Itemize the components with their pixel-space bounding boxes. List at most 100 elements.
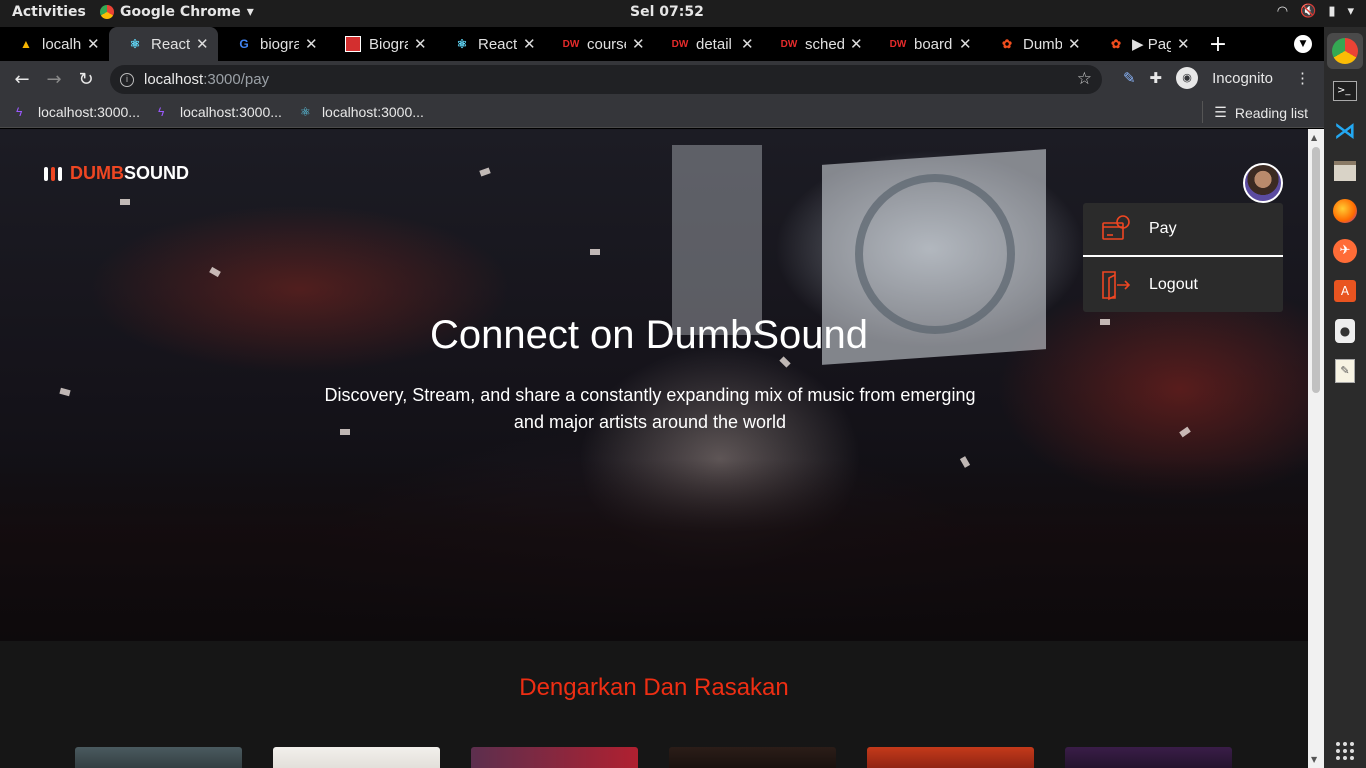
close-icon[interactable]: ✕: [741, 35, 755, 53]
close-icon[interactable]: ✕: [959, 35, 973, 53]
bookmark-item[interactable]: ϟ localhost:3000...: [16, 104, 140, 120]
stage-emblem: [855, 174, 1015, 334]
dumbways-icon: DW: [562, 38, 580, 50]
dbeaver-icon[interactable]: ●: [1327, 313, 1363, 349]
tab[interactable]: DW board ✕: [872, 27, 981, 61]
vscode-icon[interactable]: ⋊: [1327, 113, 1363, 149]
tab[interactable]: ⚛ React-Bootstrap ✕: [436, 27, 545, 61]
pen-extension-icon[interactable]: ✎: [1123, 69, 1136, 87]
back-button[interactable]: ←: [6, 69, 38, 90]
react-icon: ⚛: [456, 37, 468, 51]
app-name: Google Chrome: [120, 4, 241, 20]
more-menu-icon[interactable]: ⋮: [1295, 69, 1310, 87]
pay-icon: [1102, 215, 1130, 240]
reload-button[interactable]: ↻: [70, 69, 102, 90]
music-card[interactable]: [1065, 747, 1232, 768]
bookmarks-bar: ϟ localhost:3000... ϟ localhost:3000... …: [0, 97, 1324, 128]
page-scrollbar[interactable]: ▲ ▼: [1308, 129, 1324, 768]
page-viewport: DUMBSOUND Pay Logout Connect on DumbSoun…: [0, 129, 1308, 768]
extensions-icon[interactable]: ✚: [1150, 69, 1163, 87]
vite-icon: ▲: [20, 37, 32, 51]
star-icon[interactable]: ☆: [1077, 69, 1092, 89]
info-icon[interactable]: i: [120, 72, 134, 87]
tab[interactable]: Biografi ✕: [327, 27, 436, 61]
scroll-up-icon[interactable]: ▲: [1311, 133, 1317, 142]
music-card[interactable]: [273, 747, 440, 768]
vite-icon: ϟ: [157, 105, 165, 119]
logo-icon: [44, 166, 62, 181]
system-tray[interactable]: ◠ 🔇 ▮ ▾: [1277, 4, 1354, 19]
firefox-icon[interactable]: [1327, 193, 1363, 229]
music-card[interactable]: [669, 747, 836, 768]
hero-title: Connect on DumbSound: [429, 313, 869, 357]
tab[interactable]: ▲ localhost ✕: [0, 27, 109, 61]
bookmark-item[interactable]: ϟ localhost:3000...: [158, 104, 282, 120]
music-card-list: [75, 747, 1232, 768]
reading-list-button[interactable]: ☰ Reading list: [1202, 101, 1308, 123]
scrollbar-thumb[interactable]: [1312, 147, 1320, 393]
google-icon: G: [239, 37, 249, 51]
tab[interactable]: ✿ DumbSound ✕: [981, 27, 1090, 61]
tab[interactable]: ✿ ▶ Page ✕: [1090, 27, 1199, 61]
new-tab-button[interactable]: +: [1199, 32, 1237, 57]
confetti: [779, 356, 791, 368]
close-icon[interactable]: ✕: [632, 35, 646, 53]
ubuntu-dock: >_ ⋊ ✈ A ● ✎: [1324, 27, 1366, 768]
dumbways-icon: DW: [889, 38, 907, 50]
scroll-down-icon[interactable]: ▼: [1311, 755, 1317, 764]
close-icon[interactable]: ✕: [87, 35, 101, 53]
avatar[interactable]: [1243, 163, 1283, 203]
close-icon[interactable]: ✕: [196, 35, 210, 53]
close-icon[interactable]: ✕: [1177, 35, 1191, 53]
tab[interactable]: DW detail ✕: [654, 27, 763, 61]
files-icon[interactable]: [1327, 153, 1363, 189]
toolbar-actions: ✎ ✚ ◉ Incognito ⋮: [1123, 67, 1310, 89]
dumbways-icon: DW: [780, 38, 798, 50]
vite-icon: ϟ: [16, 105, 23, 119]
tab[interactable]: DW course ✕: [545, 27, 654, 61]
software-center-icon[interactable]: A: [1327, 273, 1363, 309]
close-icon[interactable]: ✕: [850, 35, 864, 53]
section-title: Dengarkan Dan Rasakan: [519, 674, 789, 701]
url-path: :3000/pay: [203, 71, 270, 88]
bookmark-item[interactable]: ⚛ localhost:3000...: [300, 104, 424, 120]
activities-button[interactable]: Activities: [12, 4, 86, 20]
tab-search-button[interactable]: ▼: [1294, 35, 1312, 53]
clock[interactable]: Sel 07:52: [630, 4, 704, 20]
chevron-down-icon: ▾: [1347, 4, 1354, 19]
app-menu[interactable]: Google Chrome ▾: [100, 4, 254, 20]
address-bar[interactable]: i localhost:3000/pay ☆: [110, 65, 1102, 94]
close-icon[interactable]: ✕: [1068, 35, 1082, 53]
tab-strip: ▲ localhost ✕ ⚛ React App ✕ G biografi ✕…: [0, 27, 1324, 61]
postman-icon[interactable]: ✈: [1327, 233, 1363, 269]
menu-item-pay[interactable]: Pay: [1083, 203, 1283, 257]
show-applications-icon[interactable]: [1336, 742, 1354, 760]
menu-item-logout[interactable]: Logout: [1083, 258, 1283, 312]
chrome-icon[interactable]: [1327, 33, 1363, 69]
tab-active[interactable]: ⚛ React App ✕: [109, 27, 218, 61]
close-icon[interactable]: ✕: [523, 35, 537, 53]
close-icon[interactable]: ✕: [414, 35, 428, 53]
terminal-icon[interactable]: >_: [1327, 73, 1363, 109]
confetti: [1179, 426, 1191, 438]
dumbsound-logo[interactable]: DUMBSOUND: [44, 163, 189, 184]
music-card[interactable]: [867, 747, 1034, 768]
music-card[interactable]: [471, 747, 638, 768]
music-card[interactable]: [75, 747, 242, 768]
confetti: [590, 249, 600, 255]
logout-icon: [1102, 271, 1131, 301]
chrome-icon: [100, 5, 114, 19]
close-icon[interactable]: ✕: [305, 35, 319, 53]
battery-icon: ▮: [1328, 4, 1336, 19]
forward-button[interactable]: →: [38, 69, 70, 90]
tab[interactable]: DW schedule ✕: [763, 27, 872, 61]
wifi-icon: ◠: [1276, 4, 1289, 19]
crowd: [0, 459, 1308, 641]
tab[interactable]: G biografi ✕: [218, 27, 327, 61]
browser-toolbar: ← → ↻ i localhost:3000/pay ☆ ✎ ✚ ◉ Incog…: [0, 61, 1324, 97]
confetti: [120, 199, 130, 205]
text-editor-icon[interactable]: ✎: [1327, 353, 1363, 389]
stage-screen: [672, 145, 762, 335]
incognito-label[interactable]: Incognito: [1212, 70, 1273, 87]
figma-icon: ✿: [1001, 37, 1013, 51]
